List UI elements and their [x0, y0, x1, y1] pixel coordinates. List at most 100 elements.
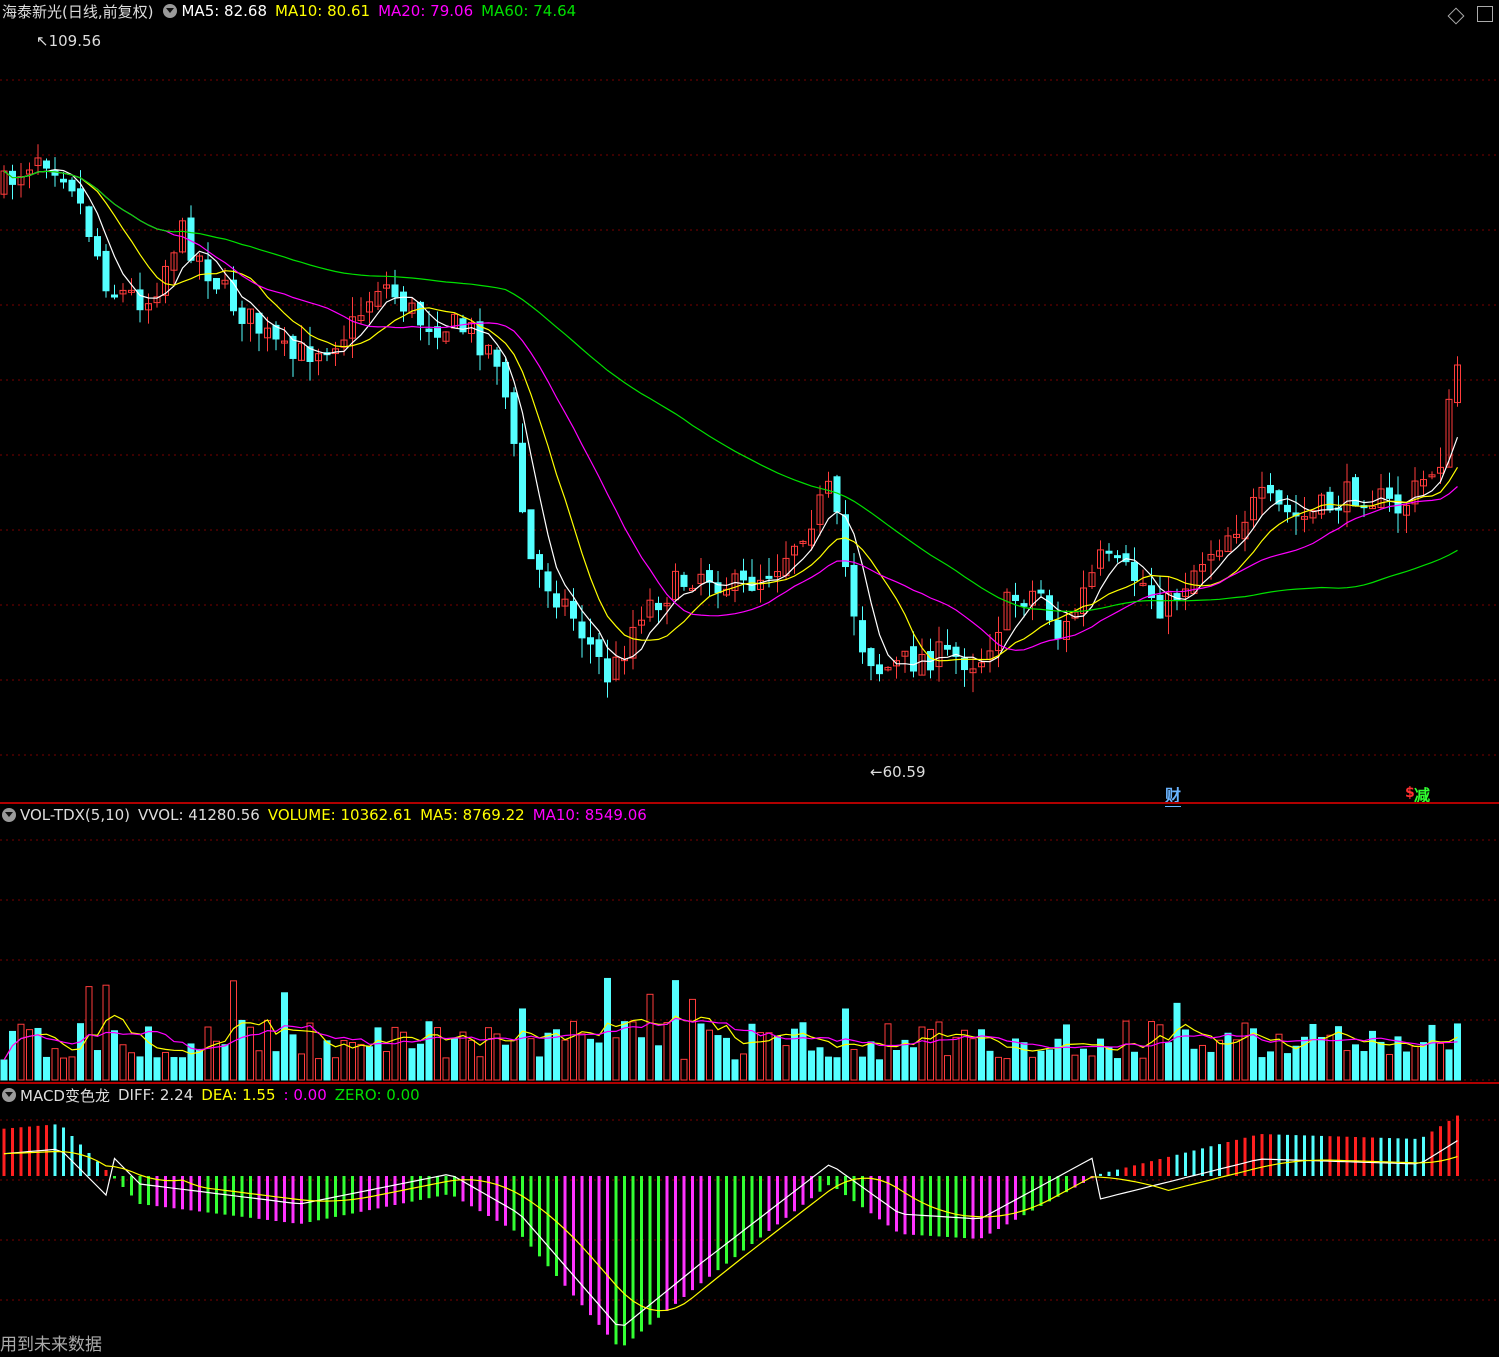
candle-body	[765, 575, 773, 579]
candle-body	[1054, 619, 1062, 639]
volume-bar	[1029, 1056, 1036, 1081]
volume-bar	[944, 1055, 951, 1081]
volume-bar	[714, 1035, 722, 1081]
candle-body	[944, 644, 951, 650]
candle-body	[111, 294, 118, 298]
vol-ma10-label: MA10: 8549.06	[532, 806, 647, 824]
candle-body	[587, 637, 594, 645]
volume-bar	[111, 1030, 118, 1081]
volume-bar	[918, 1026, 926, 1081]
volume-bar	[383, 1051, 390, 1081]
volume-bar	[255, 1050, 263, 1081]
ma20-label: MA20: 79.06	[378, 2, 474, 20]
dea-line	[3, 1150, 1458, 1312]
volume-bar	[1309, 1023, 1317, 1081]
candle-body	[527, 509, 535, 560]
volume-bar	[510, 1039, 518, 1081]
window-icon[interactable]	[1477, 6, 1493, 22]
volume-bar	[264, 1019, 271, 1081]
candle-body	[1131, 561, 1138, 581]
volume-bar	[1335, 1026, 1342, 1081]
candle-body	[255, 312, 263, 334]
volume-bar	[1139, 1057, 1147, 1081]
volume-bar	[1411, 1045, 1419, 1081]
volume-bar	[17, 1023, 25, 1081]
volume-bar	[587, 1038, 594, 1081]
volume-bar	[816, 1047, 824, 1081]
candle-body	[434, 326, 441, 338]
volume-bar	[1224, 1032, 1232, 1081]
volume-bar	[0, 1059, 8, 1081]
volume-bar	[638, 1037, 645, 1081]
volume-bar	[1088, 1055, 1096, 1081]
macd-header: MACD变色龙 DIFF: 2.24 DEA: 1.55 : 0.00 ZERO…	[0, 1084, 428, 1106]
candle-body	[1386, 487, 1393, 499]
volume-bar	[1420, 1042, 1427, 1081]
volume-bar	[612, 1037, 620, 1081]
volume-bar	[1258, 1057, 1266, 1081]
macd-chart[interactable]	[0, 1084, 1499, 1357]
price-panel[interactable]: 海泰新光(日线,前复权) MA5: 82.68 MA10: 80.61 MA20…	[0, 0, 1499, 807]
volume-bar	[1352, 1044, 1359, 1081]
candle-body	[1284, 504, 1291, 513]
volume-panel[interactable]: VOL-TDX(5,10) VVOL: 41280.56 VOLUME: 103…	[0, 804, 1499, 1082]
volume-bar	[1233, 1039, 1240, 1081]
candle-body	[1037, 589, 1045, 594]
indicator-toggle-icon[interactable]	[163, 4, 178, 18]
volume-bar	[952, 1036, 960, 1081]
volume-bar	[901, 1039, 909, 1081]
candle-body	[850, 564, 858, 617]
candle-body	[910, 646, 917, 672]
volume-bar	[731, 1059, 739, 1081]
candle-body	[238, 307, 246, 324]
volume-bar	[221, 1044, 229, 1081]
volume-bar	[51, 1048, 59, 1081]
candle-body	[740, 570, 747, 581]
candle-body	[213, 277, 220, 290]
candle-body	[68, 179, 76, 192]
volume-bar	[451, 1037, 458, 1081]
volume-bar	[493, 1033, 501, 1081]
candle-body	[1326, 491, 1334, 511]
candle-body	[544, 571, 552, 592]
volume-bar	[1267, 1051, 1274, 1081]
candle-body	[493, 349, 501, 367]
macd-panel[interactable]: MACD变色龙 DIFF: 2.24 DEA: 1.55 : 0.00 ZERO…	[0, 1084, 1499, 1357]
candle-body	[867, 648, 875, 667]
candle-body	[85, 206, 93, 238]
volume-chart[interactable]	[0, 804, 1499, 1082]
volume-bar	[442, 1057, 450, 1081]
volume-bar	[706, 1029, 713, 1081]
volume-bar	[1318, 1036, 1325, 1081]
macd-toggle-icon[interactable]	[2, 1088, 16, 1102]
candle-body	[502, 361, 509, 398]
volume-bar	[629, 1021, 637, 1081]
volume-bar	[876, 1059, 883, 1081]
volume-bar	[162, 1051, 169, 1081]
volume-bar	[298, 1053, 305, 1081]
volume-bar	[60, 1057, 67, 1081]
volume-bar	[1105, 1046, 1113, 1081]
volume-bar	[468, 1039, 475, 1081]
candle-body	[1046, 595, 1053, 621]
volume-bar	[1216, 1039, 1223, 1081]
volume-bar	[978, 1029, 985, 1081]
low-price-label: ←60.59	[870, 763, 926, 781]
candle-body	[680, 574, 688, 587]
volume-bar	[119, 1044, 127, 1081]
volume-bar	[1054, 1038, 1062, 1081]
volume-bar	[621, 1021, 628, 1081]
candle-body	[570, 600, 577, 619]
volume-toggle-icon[interactable]	[2, 808, 16, 822]
volume-bar	[910, 1047, 917, 1081]
volume-bar	[136, 1056, 144, 1081]
volume-bar	[43, 1056, 50, 1081]
price-chart[interactable]	[0, 0, 1499, 802]
stock-name: 海泰新光(日线,前复权)	[2, 2, 154, 21]
candle-body	[1105, 550, 1113, 554]
diff-label: DIFF: 2.24	[117, 1086, 194, 1104]
volume-bar	[1071, 1054, 1079, 1081]
candle-body	[1114, 555, 1121, 559]
volume-bar	[1445, 1049, 1453, 1081]
volume-bar	[1182, 1029, 1189, 1081]
